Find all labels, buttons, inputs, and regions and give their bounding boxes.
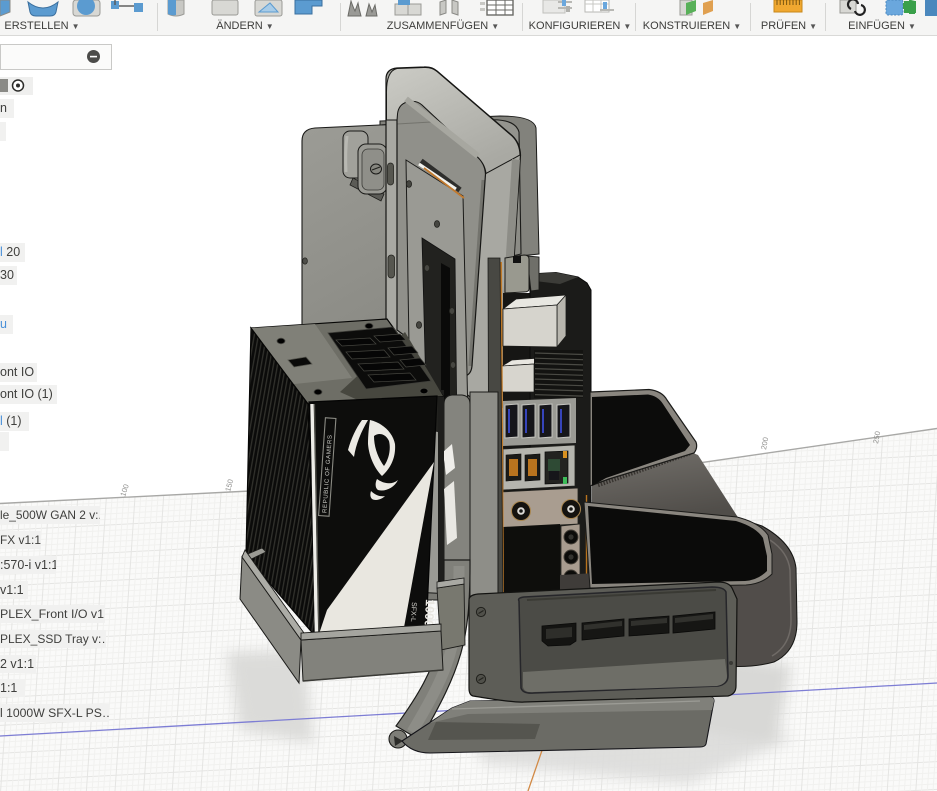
svg-text:SFX-L: SFX-L xyxy=(409,602,417,622)
svg-text:100: 100 xyxy=(118,483,130,498)
svg-text:200: 200 xyxy=(759,436,770,450)
svg-text:150: 150 xyxy=(223,478,235,492)
